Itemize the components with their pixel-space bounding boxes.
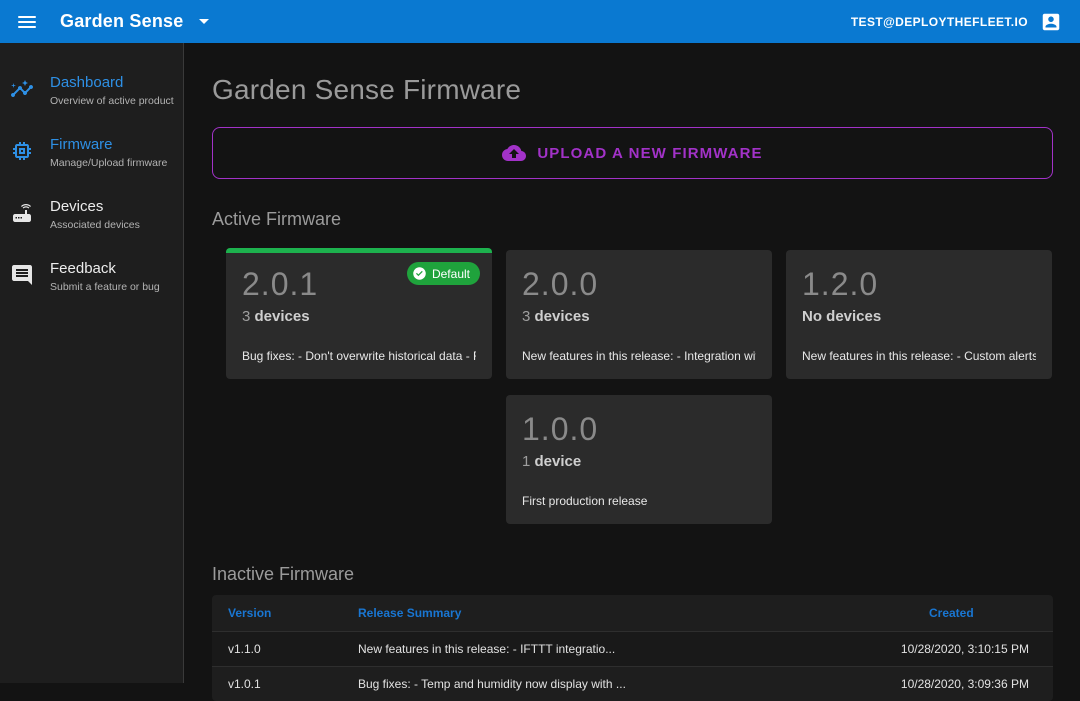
cell-release-summary: Bug fixes: - Temp and humidity now displ…	[342, 677, 893, 691]
firmware-card[interactable]: 2.0.1 3 devices Bug fixes: - Don't overw…	[226, 250, 492, 379]
router-icon	[10, 201, 34, 225]
sidebar-item-subtitle: Overview of active product	[50, 95, 174, 107]
upload-firmware-button[interactable]: UPLOAD A NEW FIRMWARE	[212, 127, 1053, 179]
menu-button[interactable]	[10, 8, 44, 36]
cell-release-summary: New features in this release: - IFTTT in…	[342, 642, 893, 656]
sidebar-item-label: Feedback	[50, 260, 160, 277]
dropdown-caret-icon	[199, 19, 209, 24]
app-title: Garden Sense	[60, 11, 183, 32]
inactive-firmware-heading: Inactive Firmware	[212, 564, 1053, 585]
table-header-row: Version Release Summary Created	[212, 595, 1053, 631]
cell-version: v1.0.1	[212, 677, 342, 691]
account-box-icon	[1040, 11, 1062, 33]
default-badge: Default	[407, 262, 480, 285]
firmware-device-count: No devices	[802, 308, 1036, 325]
column-header-created[interactable]: Created	[893, 606, 1053, 620]
sidebar-item-dashboard[interactable]: Dashboard Overview of active product	[0, 61, 183, 120]
feedback-icon	[10, 263, 34, 287]
firmware-device-count: 3 devices	[522, 308, 756, 325]
sidebar-item-label: Dashboard	[50, 74, 174, 91]
product-switcher[interactable]: Garden Sense	[60, 11, 209, 32]
table-body: v1.1.0 New features in this release: - I…	[212, 631, 1053, 701]
sidebar-item-firmware[interactable]: Firmware Manage/Upload firmware	[0, 123, 183, 182]
firmware-version: 1.0.0	[522, 413, 756, 445]
inactive-firmware-table: Version Release Summary Created v1.1.0 N…	[212, 595, 1053, 701]
firmware-summary: First production release	[522, 470, 756, 508]
firmware-summary: New features in this release: - Custom a…	[802, 325, 1036, 363]
topbar: Garden Sense TEST@DEPLOYTHEFLEET.IO	[0, 0, 1080, 43]
firmware-card[interactable]: 1.0.0 1 device First production release	[506, 395, 772, 524]
account-button[interactable]	[1040, 11, 1062, 33]
firmware-device-count: 1 device	[522, 453, 756, 470]
upload-button-label: UPLOAD A NEW FIRMWARE	[537, 145, 762, 162]
page-title: Garden Sense Firmware	[212, 74, 1053, 106]
cloud-upload-icon	[502, 141, 526, 165]
sidebar-item-subtitle: Submit a feature or bug	[50, 281, 160, 293]
firmware-version: 2.0.0	[522, 268, 756, 300]
main-content: Garden Sense Firmware UPLOAD A NEW FIRMW…	[184, 43, 1080, 683]
firmware-summary: New features in this release: - Integrat…	[522, 325, 756, 363]
sidebar-item-label: Firmware	[50, 136, 167, 153]
insights-icon	[10, 77, 34, 101]
user-email: TEST@DEPLOYTHEFLEET.IO	[851, 15, 1028, 29]
verified-check-icon	[412, 266, 427, 281]
active-firmware-heading: Active Firmware	[212, 209, 1053, 230]
firmware-device-count: 3 devices	[242, 308, 476, 325]
sidebar-item-subtitle: Associated devices	[50, 219, 140, 231]
firmware-card[interactable]: 1.2.0 No devices New features in this re…	[786, 250, 1052, 379]
column-header-version[interactable]: Version	[212, 606, 342, 620]
cell-created: 10/28/2020, 3:09:36 PM	[893, 677, 1053, 691]
menu-icon	[18, 16, 36, 18]
firmware-summary: Bug fixes: - Don't overwrite historical …	[242, 325, 476, 363]
cell-version: v1.1.0	[212, 642, 342, 656]
memory-chip-icon	[10, 139, 34, 163]
firmware-version: 1.2.0	[802, 268, 1036, 300]
firmware-card[interactable]: 2.0.0 3 devices New features in this rel…	[506, 250, 772, 379]
table-row[interactable]: v1.1.0 New features in this release: - I…	[212, 631, 1053, 666]
app-window: Garden Sense TEST@DEPLOYTHEFLEET.IO Dash…	[0, 0, 1080, 683]
sidebar-item-subtitle: Manage/Upload firmware	[50, 157, 167, 169]
sidebar: Dashboard Overview of active product Fir…	[0, 43, 184, 683]
cell-created: 10/28/2020, 3:10:15 PM	[893, 642, 1053, 656]
table-row[interactable]: v1.0.1 Bug fixes: - Temp and humidity no…	[212, 666, 1053, 701]
sidebar-item-devices[interactable]: Devices Associated devices	[0, 185, 183, 244]
sidebar-item-feedback[interactable]: Feedback Submit a feature or bug	[0, 247, 183, 306]
active-firmware-cards: 2.0.1 3 devices Bug fixes: - Don't overw…	[226, 250, 1053, 524]
default-firmware-indicator-bar	[226, 248, 492, 253]
column-header-release-summary[interactable]: Release Summary	[342, 606, 893, 620]
sidebar-item-label: Devices	[50, 198, 140, 215]
